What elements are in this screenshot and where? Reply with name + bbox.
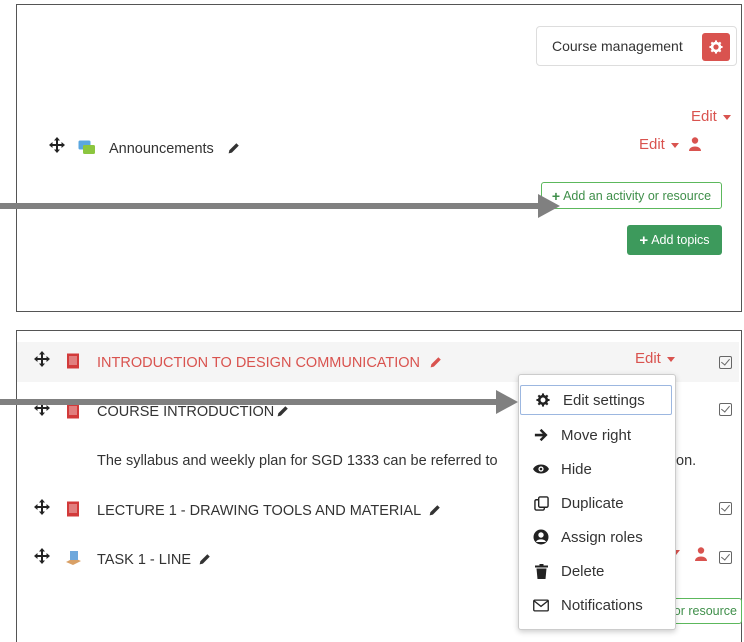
menu-item-label: Notifications xyxy=(561,596,643,614)
pdf-icon xyxy=(67,403,79,419)
trash-icon xyxy=(533,563,549,579)
add-topics-label: Add topics xyxy=(651,233,710,247)
course-management-button[interactable]: Course management xyxy=(536,26,737,66)
section-edit-label: Edit xyxy=(691,108,717,125)
pencil-icon[interactable] xyxy=(198,553,211,566)
section-edit-menu[interactable]: Edit xyxy=(691,108,731,125)
plus-icon: + xyxy=(639,231,649,249)
pencil-icon[interactable] xyxy=(428,504,441,517)
gear-icon xyxy=(535,392,551,408)
pencil-icon[interactable] xyxy=(227,142,240,155)
move-icon[interactable] xyxy=(34,351,50,367)
announcements-edit-menu[interactable]: Edit xyxy=(639,136,679,153)
add-activity-label: or resource xyxy=(673,604,737,618)
gear-icon xyxy=(702,33,730,61)
activity-context-menu: Edit settings Move right Hide Duplicate … xyxy=(518,374,676,630)
add-activity-button[interactable]: + Add an activity or resource xyxy=(541,182,722,209)
duplicate-icon xyxy=(533,495,549,511)
add-activity-label: Add an activity or resource xyxy=(563,188,712,203)
pdf-icon xyxy=(67,501,79,517)
announcements-edit-label: Edit xyxy=(639,136,665,153)
chevron-down-icon xyxy=(666,356,675,362)
menu-item-assign-roles[interactable]: Assign roles xyxy=(519,522,675,552)
menu-item-delete[interactable]: Delete xyxy=(519,556,675,586)
move-icon[interactable] xyxy=(49,137,65,153)
activity-description-tail: on. xyxy=(676,453,697,469)
eye-icon xyxy=(533,461,549,477)
annotation-arrow-line xyxy=(0,399,498,405)
menu-item-label: Move right xyxy=(561,426,632,444)
add-topics-button[interactable]: + Add topics xyxy=(627,225,722,255)
assignment-icon xyxy=(66,551,81,565)
menu-item-label: Assign roles xyxy=(561,528,643,546)
activity-link[interactable]: LECTURE 1 - DRAWING TOOLS AND MATERIAL xyxy=(97,503,421,519)
completion-checkbox[interactable] xyxy=(719,356,732,369)
menu-item-label: Delete xyxy=(561,562,605,580)
chevron-down-icon xyxy=(722,114,731,120)
annotation-arrow-line xyxy=(0,203,540,209)
menu-item-notifications[interactable]: Notifications xyxy=(519,590,675,620)
activity-link[interactable]: TASK 1 - LINE xyxy=(97,552,191,568)
menu-item-duplicate[interactable]: Duplicate xyxy=(519,488,675,518)
menu-item-label: Edit settings xyxy=(563,391,645,409)
menu-item-label: Duplicate xyxy=(561,494,624,512)
menu-item-label: Hide xyxy=(561,460,592,478)
announcements-link[interactable]: Announcements xyxy=(109,141,214,157)
activity-link[interactable]: COURSE INTRODUCTION xyxy=(97,404,274,420)
course-management-label: Course management xyxy=(552,38,683,54)
pencil-icon[interactable] xyxy=(276,405,289,418)
course-header-panel: Course management Edit xyxy=(16,4,742,312)
user-icon[interactable] xyxy=(695,547,707,561)
annotation-arrow-head xyxy=(496,390,518,414)
menu-item-hide[interactable]: Hide xyxy=(519,454,675,484)
forum-icon xyxy=(78,140,95,154)
activity-edit-label: Edit xyxy=(635,350,661,367)
user-icon[interactable] xyxy=(689,137,701,151)
move-icon[interactable] xyxy=(34,548,50,564)
activity-description: The syllabus and weekly plan for SGD 133… xyxy=(97,453,498,469)
user-circle-icon xyxy=(533,529,549,545)
completion-checkbox[interactable] xyxy=(719,551,732,564)
pencil-icon[interactable] xyxy=(429,356,442,369)
completion-checkbox[interactable] xyxy=(719,403,732,416)
menu-item-edit-settings[interactable]: Edit settings xyxy=(520,385,672,415)
move-icon[interactable] xyxy=(34,499,50,515)
activity-link[interactable]: INTRODUCTION TO DESIGN COMMUNICATION xyxy=(97,355,420,371)
envelope-icon xyxy=(533,597,549,613)
annotation-arrow-head xyxy=(538,194,560,218)
menu-item-move-right[interactable]: Move right xyxy=(519,420,675,450)
chevron-down-icon xyxy=(670,142,679,148)
pdf-icon xyxy=(67,353,79,369)
arrow-right-icon xyxy=(533,427,549,443)
activity-edit-menu[interactable]: Edit xyxy=(635,350,675,367)
completion-checkbox[interactable] xyxy=(719,502,732,515)
